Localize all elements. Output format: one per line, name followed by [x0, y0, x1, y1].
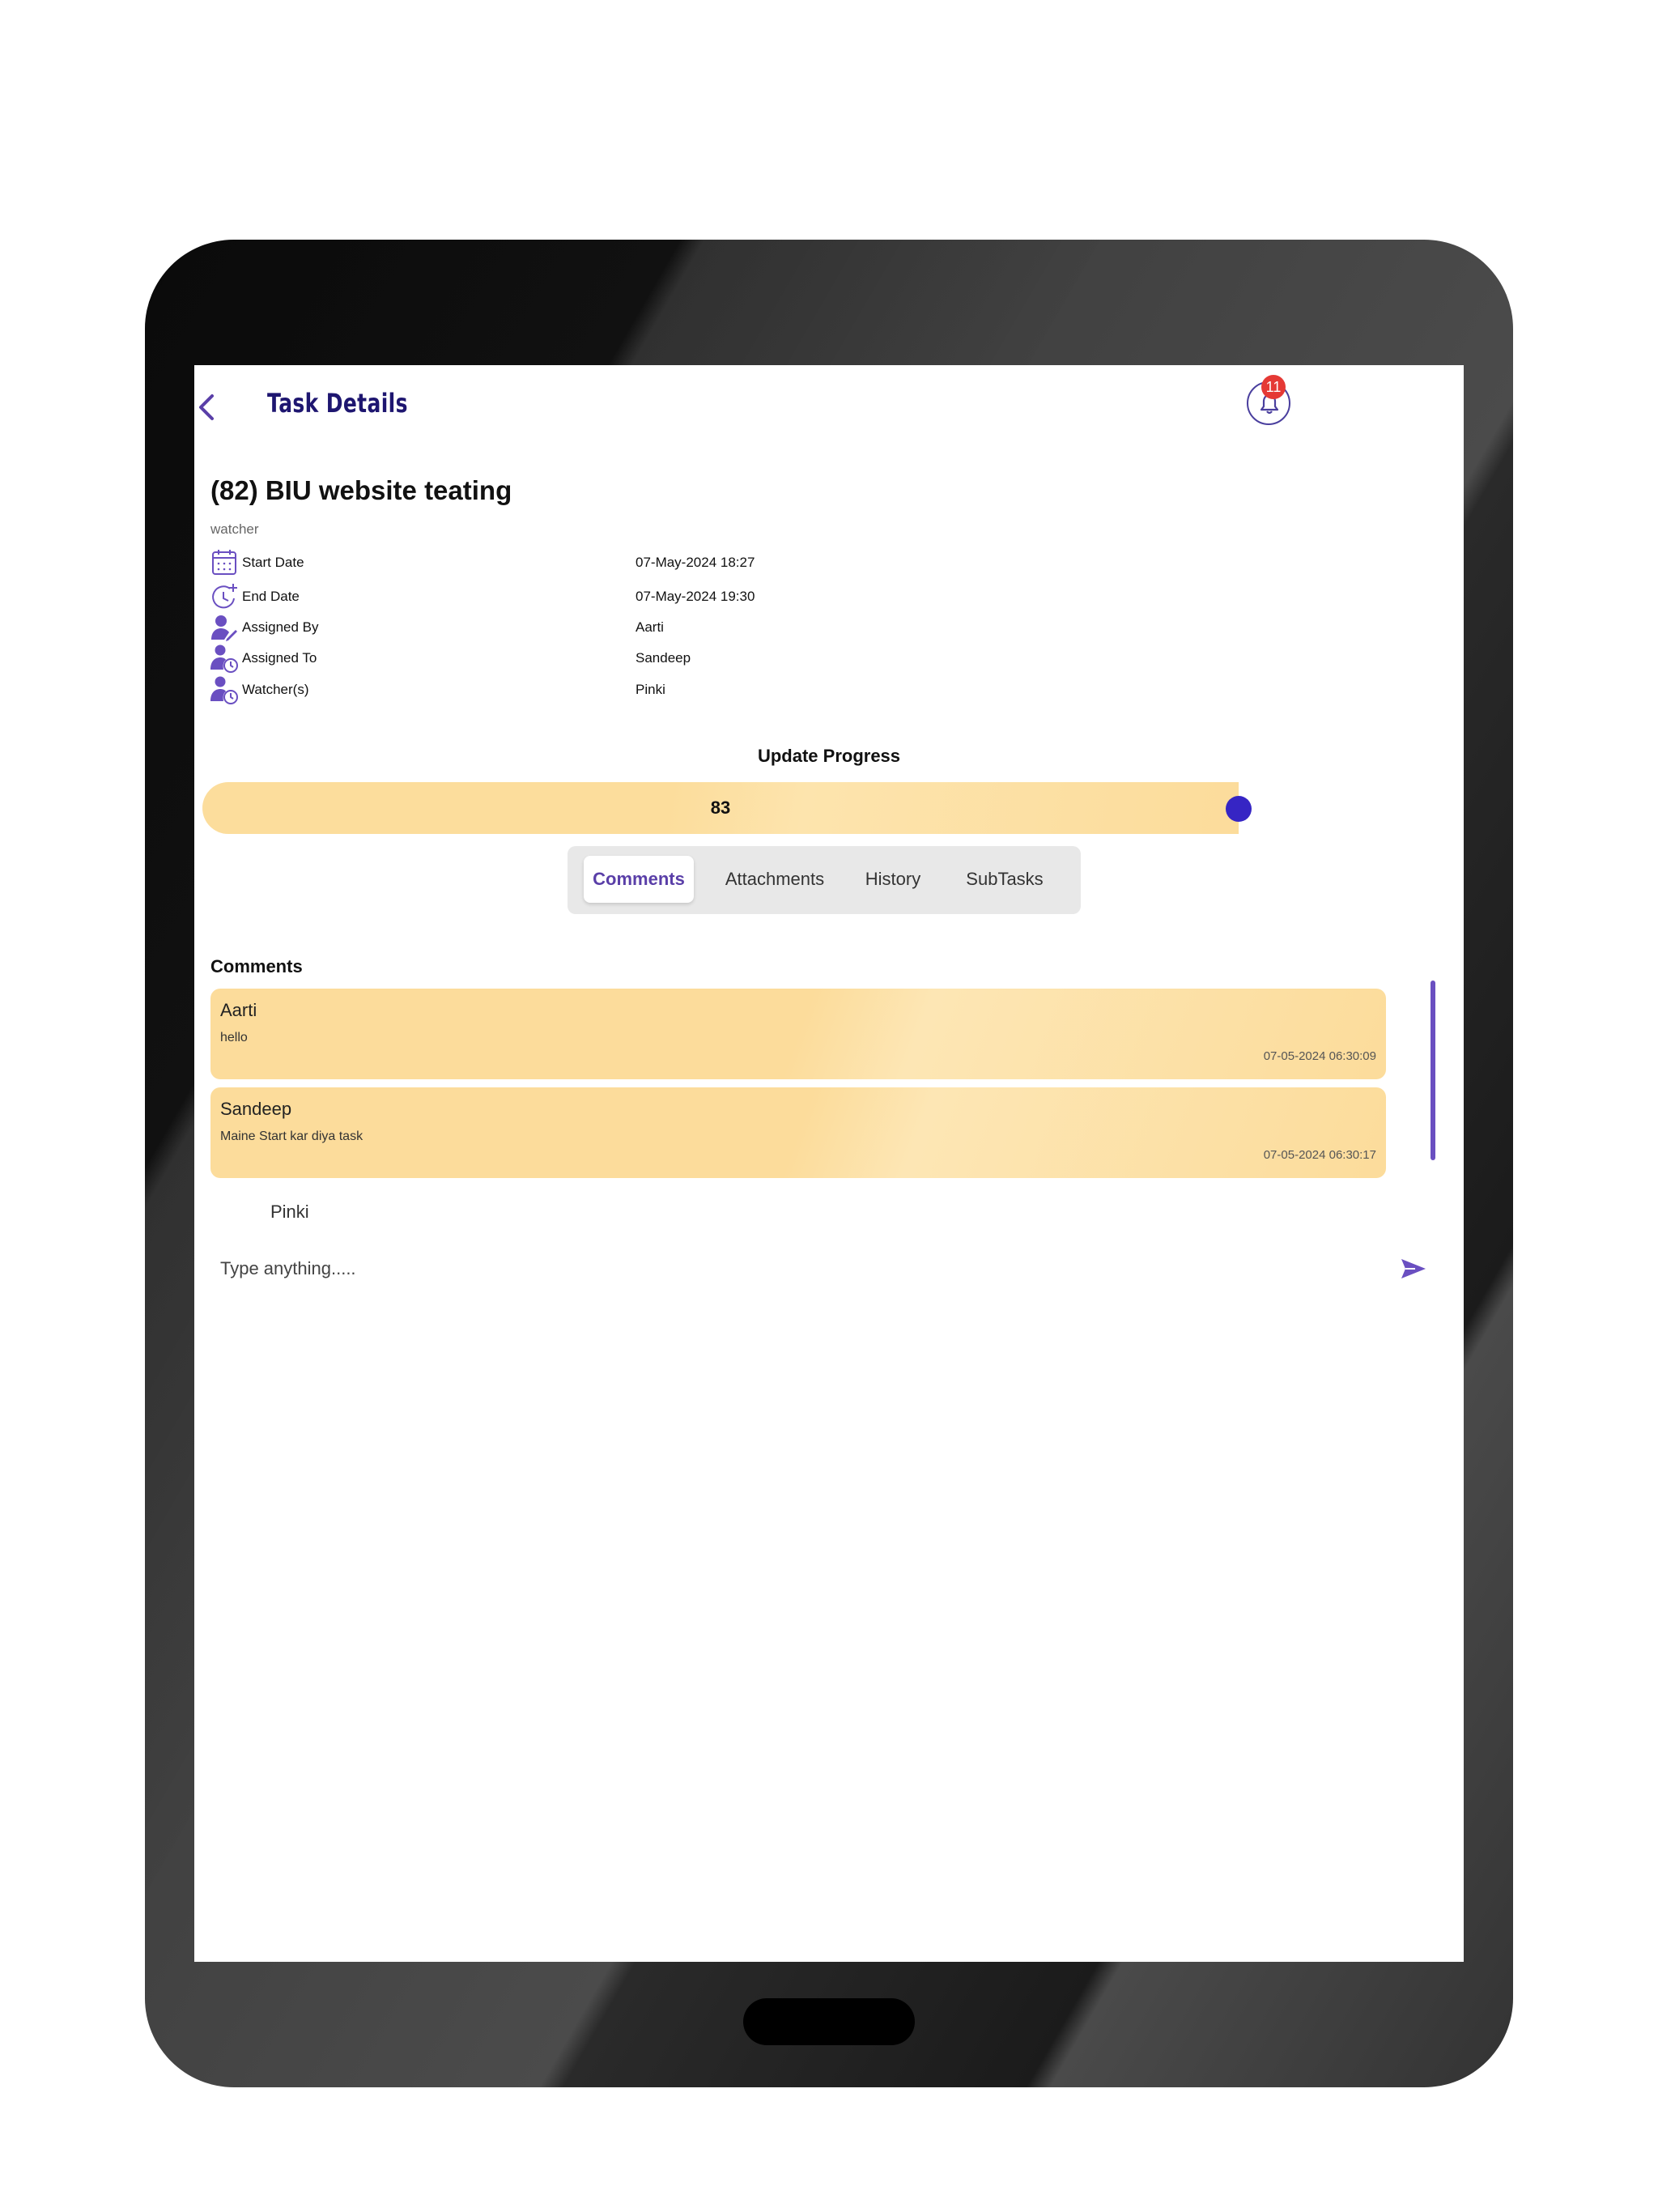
comment-text: hello	[220, 1031, 248, 1044]
clock-plus-icon	[212, 584, 237, 609]
comments-scrollbar[interactable]	[1431, 981, 1435, 1160]
end-date-value: 07-May-2024 19:30	[636, 589, 755, 604]
back-button[interactable]	[194, 388, 227, 427]
calendar-icon	[212, 550, 236, 575]
app-header: Task Details 11	[194, 365, 1464, 446]
assigned-to-label: Assigned To	[242, 650, 317, 666]
tab-comments[interactable]: Comments	[584, 856, 694, 903]
progress-value: 83	[710, 798, 731, 818]
comment-item[interactable]: Aarti hello 07-05-2024 06:30:09	[210, 989, 1386, 1079]
user-clock-icon	[210, 644, 238, 673]
tab-subtasks[interactable]: SubTasks	[954, 856, 1055, 903]
assigned-to-row: Assigned To Sandeep	[210, 644, 1020, 673]
comment-author: Aarti	[220, 1000, 257, 1020]
start-date-value: 07-May-2024 18:27	[636, 555, 755, 570]
assigned-by-value: Aarti	[636, 619, 664, 635]
notification-badge: 11	[1261, 375, 1286, 399]
chevron-left-icon	[199, 394, 214, 420]
comment-author: Sandeep	[220, 1099, 292, 1119]
task-title: (82) BIU website teating	[210, 475, 512, 505]
send-icon	[1401, 1259, 1426, 1278]
end-date-row: End Date 07-May-2024 19:30	[210, 582, 1020, 611]
tab-history[interactable]: History	[852, 856, 933, 903]
comment-text: Maine Start kar diya task	[220, 1129, 363, 1143]
detail-tabs: Comments Attachments History SubTasks	[568, 846, 1081, 914]
mention-suggestion[interactable]: Pinki	[270, 1202, 309, 1223]
tab-attachments[interactable]: Attachments	[710, 856, 840, 903]
comment-time: 07-05-2024 06:30:09	[1263, 1049, 1376, 1063]
app-screen: Task Details 11 (82) BIU website teating…	[194, 365, 1464, 1962]
comments-section-title: Comments	[210, 956, 303, 976]
assigned-by-row: Assigned By Aarti	[210, 613, 1020, 642]
progress-slider[interactable]: 83	[202, 782, 1239, 834]
watchers-label: Watcher(s)	[242, 682, 309, 697]
watchers-value: Pinki	[636, 682, 665, 697]
assigned-by-label: Assigned By	[242, 619, 319, 635]
progress-label: Update Progress	[757, 746, 901, 766]
start-date-row: Start Date 07-May-2024 18:27	[210, 548, 1020, 577]
home-button[interactable]	[743, 1998, 915, 2045]
start-date-label: Start Date	[242, 555, 304, 570]
user-clock-icon	[210, 676, 238, 704]
role-tag: watcher	[210, 521, 259, 537]
comment-item[interactable]: Sandeep Maine Start kar diya task 07-05-…	[210, 1087, 1386, 1178]
assigned-to-value: Sandeep	[636, 650, 691, 666]
page-title: Task Details	[267, 388, 408, 419]
progress-slider-thumb[interactable]	[1226, 796, 1252, 822]
end-date-label: End Date	[242, 589, 300, 604]
send-button[interactable]	[1399, 1256, 1428, 1282]
user-edit-icon	[211, 615, 237, 641]
watchers-row: Watcher(s) Pinki	[210, 675, 1020, 704]
comment-input[interactable]	[219, 1248, 1339, 1290]
comment-time: 07-05-2024 06:30:17	[1263, 1148, 1376, 1162]
